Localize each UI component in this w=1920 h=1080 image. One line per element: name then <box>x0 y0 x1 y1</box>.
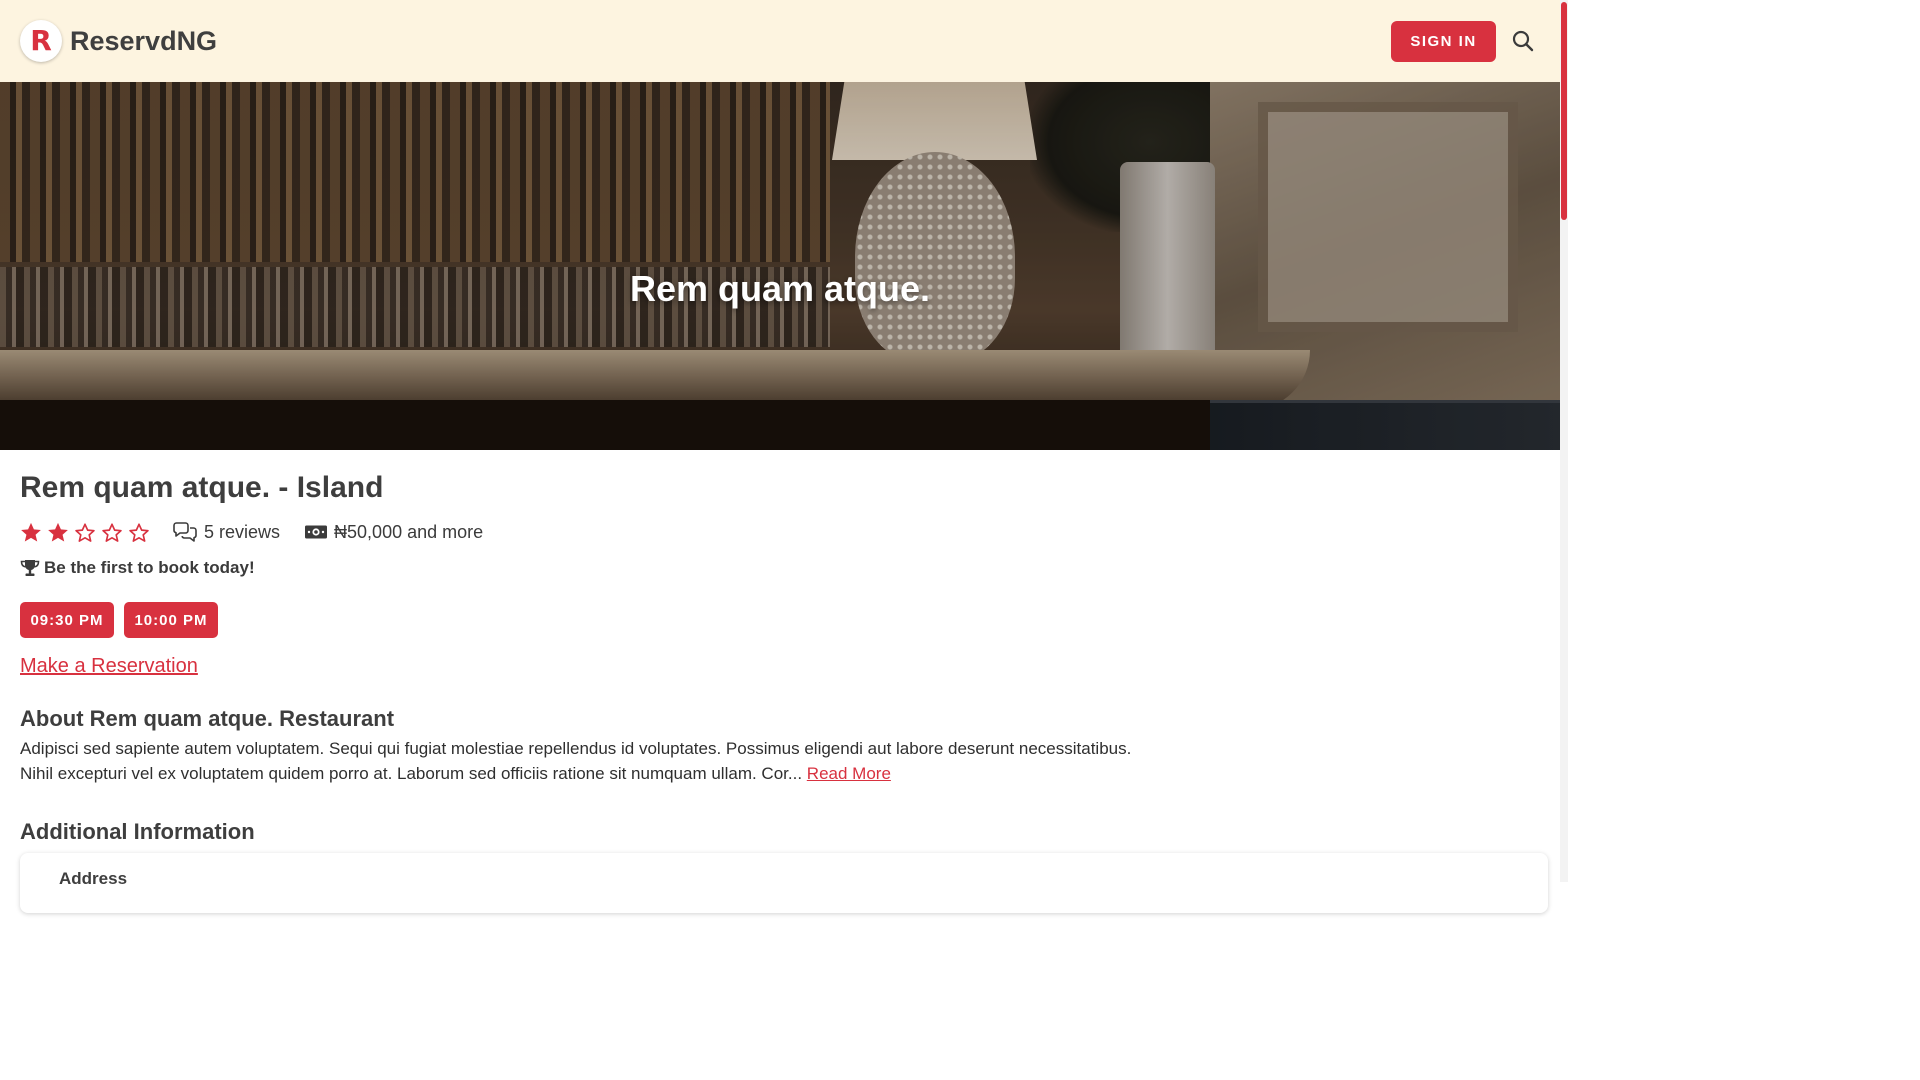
additional-info-title: Additional Information <box>20 819 255 844</box>
time-slot-button[interactable]: 10:00 PM <box>124 602 218 638</box>
reviews-count[interactable]: 5 reviews <box>172 522 280 543</box>
star-empty-icon <box>129 522 149 542</box>
header-actions: SIGN IN <box>1391 20 1536 62</box>
about-description: Adipisci sed sapiente autem voluptatem. … <box>20 736 1240 786</box>
hero-overlay <box>0 82 1560 450</box>
trophy-icon <box>20 560 40 576</box>
read-more-link[interactable]: Read More <box>807 764 891 783</box>
brand-name: ReservdNG <box>70 25 218 56</box>
page-scrollbar[interactable] <box>1560 0 1568 882</box>
time-slots: 09:30 PM 10:00 PM <box>20 602 218 638</box>
money-icon <box>305 525 328 539</box>
about-line-1: Adipisci sed sapiente autem voluptatem. … <box>20 739 1132 758</box>
star-empty-icon <box>75 522 95 542</box>
logo-letter: R <box>30 24 52 57</box>
time-slot-button[interactable]: 09:30 PM <box>20 602 114 638</box>
sign-in-button[interactable]: SIGN IN <box>1391 20 1496 62</box>
logo: R <box>20 20 62 62</box>
about-title: About Rem quam atque. Restaurant <box>20 706 395 731</box>
search-icon[interactable] <box>1510 28 1536 54</box>
price-range: ₦50,000 and more <box>304 522 483 543</box>
about-line-2: Nihil excepturi vel ex voluptatem quidem… <box>20 764 803 783</box>
star-filled-icon <box>21 522 41 542</box>
top-navbar: R ReservdNG SIGN IN <box>0 0 1560 82</box>
scrollbar-thumb[interactable] <box>1561 2 1567 220</box>
first-to-book-label: Be the first to book today! <box>44 558 255 577</box>
restaurant-meta: 5 reviews ₦50,000 and more <box>20 520 483 544</box>
star-filled-icon <box>48 522 68 542</box>
address-label: Address <box>59 869 128 888</box>
brand[interactable]: R ReservdNG <box>20 20 217 62</box>
first-to-book: Be the first to book today! <box>20 558 255 578</box>
chat-bubbles-icon <box>173 522 197 542</box>
reviews-label: 5 reviews <box>204 521 281 542</box>
star-empty-icon <box>102 522 122 542</box>
additional-info-card: Address <box>20 853 1548 913</box>
hero-banner: Rem quam atque. <box>0 82 1560 450</box>
make-reservation-link[interactable]: Make a Reservation <box>20 655 198 678</box>
price-label: ₦50,000 and more <box>334 521 484 542</box>
restaurant-title: Rem quam atque. - Island <box>20 471 384 504</box>
about-line-2-container: Nihil excepturi vel ex voluptatem quidem… <box>20 761 1240 786</box>
hero-title: Rem quam atque. <box>629 268 931 309</box>
star-rating <box>20 522 150 543</box>
